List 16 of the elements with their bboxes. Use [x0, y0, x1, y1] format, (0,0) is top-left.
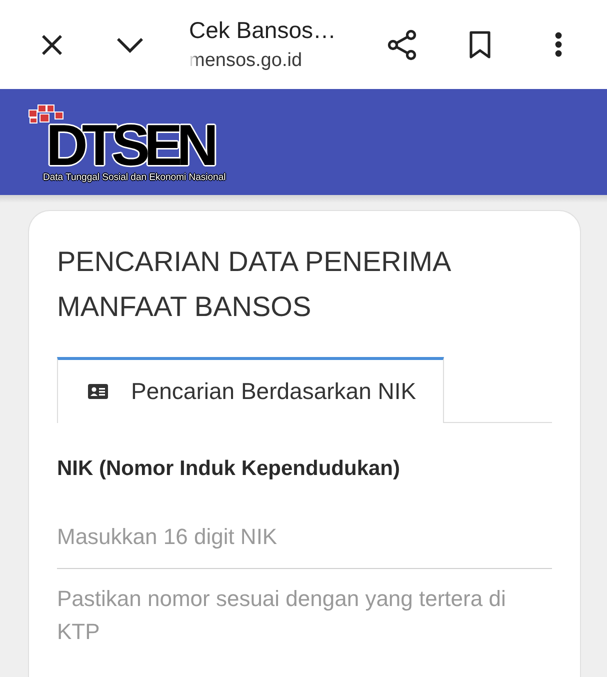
field-label: NIK (Nomor Induk Kependudukan)	[57, 457, 401, 481]
bookmark-icon	[469, 30, 491, 58]
more-options-icon	[554, 32, 562, 57]
card-title: PENCARIAN DATA PENERIMA MANFAAT BANSOS	[57, 245, 452, 324]
id-card-icon	[88, 384, 108, 399]
nik-input-field[interactable]: Masukkan 16 digit NIK	[57, 511, 552, 569]
logo-squares-icon	[28, 104, 64, 124]
page-url: mensos.go.id	[189, 49, 302, 73]
close-icon	[41, 34, 63, 56]
share-icon	[387, 28, 417, 60]
help-text: Pastikan nomor sesuai dengan yang tertera di KTP	[57, 585, 507, 646]
logo-tagline: Data Tunggal Sosial dan Ekonomi Nasional	[43, 172, 226, 183]
search-tab[interactable]: Pencarian Berdasarkan NIK	[57, 357, 444, 423]
page-title: Cek Bansos…	[189, 16, 336, 44]
chevron-down-icon	[116, 36, 144, 52]
logo-text: DTSEN	[46, 124, 214, 168]
